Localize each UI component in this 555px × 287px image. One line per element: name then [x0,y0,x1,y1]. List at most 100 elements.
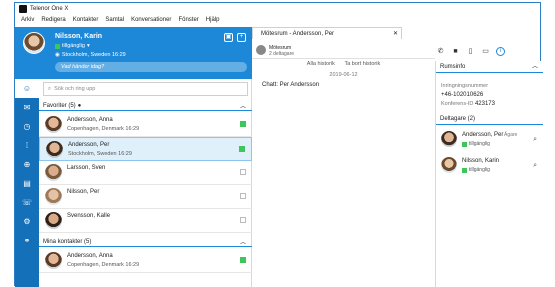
screen-share-icon[interactable]: ▭ [481,47,490,56]
history-controls: Alla historik Ta bort historik [252,61,435,67]
dial-in-number[interactable]: +46-102010626 [441,92,483,98]
search-placeholder: Sök och ring upp [54,86,96,92]
presence-indicator [240,217,246,223]
contact-name: Andersson, Anna [67,117,113,123]
presence-indicator [239,146,245,152]
all-history-link[interactable]: Alla historik [307,61,335,67]
title-bar: Telenor One X [15,3,540,15]
conference-id-value: 423173 [474,101,495,107]
chevron-up-icon: ︿ [239,240,246,246]
delete-history-link[interactable]: Ta bort historik [344,61,380,67]
mobile-icon[interactable]: ▯ [466,47,475,56]
participants-header: Deltagare (2) [436,113,543,125]
menu-arkiv[interactable]: Arkiv [21,17,34,23]
conference-id: Konferens-ID 423173 [441,101,495,107]
status-message-input[interactable]: Vad händer idag? [55,62,247,72]
list-item[interactable]: Andersson, Anna Copenhagen, Denmark 16:2… [39,249,252,273]
contact-name: Larsson, Sven [67,165,106,171]
contact-name: Andersson, Anna [67,253,113,259]
favorites-header[interactable]: Favoriter (5) ● ︿ [39,101,252,111]
conversation-header: Mötesrum 2 deltagare [252,41,435,59]
add-icon[interactable]: + [237,33,246,42]
contact-name: Nilsson, Per [67,189,100,195]
nav-dialpad-icon[interactable]: ⁞ [15,136,39,155]
room-avatar [256,45,266,55]
left-panel: Nilsson, Karin tillgänglig ▾ ◉ Stockholm… [15,27,252,287]
contact-location: Stockholm, Sweden 16:29 [68,151,132,157]
presence-icon [55,43,60,49]
menu-fonster[interactable]: Fönster [178,17,198,23]
contact-avatar [45,252,62,269]
nav-contacts-icon[interactable]: ☺ [15,79,39,98]
nav-settings-icon[interactable]: ⚙ [15,212,39,231]
nav-sidebar: ☺ ✉ ◷ ⁞ ⊕ ▤ ☏ ⚙ ⚭ [15,79,39,287]
chat-message: Chatt: Per Andersson [262,82,320,88]
app-window: Telenor One X Arkiv Redigera Kontakter S… [14,2,543,287]
participant-avatar [441,157,457,173]
list-item[interactable]: Andersson, Per Stockholm, Sweden 16:29 [39,137,252,161]
app-logo-icon [19,5,27,13]
contact-location: Copenhagen, Denmark 16:29 [67,126,140,132]
nav-globe-icon[interactable]: ⊕ [15,155,39,174]
list-item[interactable]: Nilsson, Per [39,185,252,209]
chat-bubble-icon[interactable]: ⌕ [533,136,537,144]
tab-meeting-room[interactable]: Mötesrum - Andersson, Per ✕ [252,27,402,39]
presence-icon [462,167,467,173]
info-icon[interactable]: i [496,47,505,56]
call-icon[interactable]: ✆ [436,47,445,56]
participant-item[interactable]: Nilsson, Karin tillgänglig ⌕ [436,153,543,179]
avatar[interactable] [23,32,45,54]
participant-name: Andersson, Per [462,132,504,138]
my-contacts-header[interactable]: Mina kontakter (5) ︿ [39,237,252,247]
participant-status-label: tillgänglig [469,141,490,147]
menu-konversationer[interactable]: Konversationer [131,17,171,23]
menu-kontakter[interactable]: Kontakter [73,17,99,23]
presence-selector[interactable]: tillgänglig ▾ [55,43,90,49]
presence-label: tillgänglig [62,43,85,49]
conference-icon[interactable]: ▣ [224,33,233,42]
contact-avatar [45,164,62,181]
room-info-panel: Rumsinfo ︿ Inringningsnummer +46-1020106… [435,61,543,287]
menu-samtal[interactable]: Samtal [105,17,124,23]
profile-name: Nilsson, Karin [55,33,103,40]
location-pin-icon: ◉ [55,52,60,58]
chevron-up-icon: ︿ [531,64,538,70]
chevron-up-icon: ︿ [239,104,246,110]
menu-hjalp[interactable]: Hjälp [206,17,220,23]
nav-phone-icon[interactable]: ☏ [15,193,39,212]
conversation-actions: ✆ ■ ▯ ▭ i [436,47,505,56]
presence-indicator [240,169,246,175]
presence-indicator [240,257,246,263]
list-item[interactable]: Svensson, Kalle [39,209,252,233]
room-participant-count: 2 deltagare [269,51,295,57]
close-icon[interactable]: ✕ [393,28,398,40]
contact-location: Copenhagen, Denmark 16:29 [67,262,140,268]
profile-header: Nilsson, Karin tillgänglig ▾ ◉ Stockholm… [15,27,252,79]
dot-icon: ● [77,102,82,109]
date-divider: 2019-06-12 [329,72,358,78]
contact-avatar [45,188,62,205]
nav-link-icon[interactable]: ⚭ [15,231,39,250]
participant-item[interactable]: Andersson, Per Ägare tillgänglig ⌕ [436,127,543,153]
my-contacts-header-label: Mina kontakter (5) [43,238,92,245]
room-info-header[interactable]: Rumsinfo ︿ [436,61,543,73]
chat-bubble-icon[interactable]: ⌕ [533,162,537,170]
menu-redigera[interactable]: Redigera [41,17,65,23]
contact-avatar [45,116,62,133]
contact-avatar [46,141,63,158]
nav-history-icon[interactable]: ◷ [15,117,39,136]
profile-actions: ▣ + [224,33,246,42]
contacts-list: ⌕ Sök och ring upp Favoriter (5) ● ︿ And… [39,79,252,287]
search-input[interactable]: ⌕ Sök och ring upp [43,82,248,96]
video-icon[interactable]: ■ [451,47,460,56]
menu-bar: Arkiv Redigera Kontakter Samtal Konversa… [15,15,540,25]
nav-voicemail-icon[interactable]: ▤ [15,174,39,193]
list-item[interactable]: Larsson, Sven [39,161,252,185]
presence-indicator [240,121,246,127]
nav-chat-icon[interactable]: ✉ [15,98,39,117]
participant-status: tillgänglig [462,141,490,147]
location-label: Stockholm, Sweden 16:29 [61,52,126,58]
location: ◉ Stockholm, Sweden 16:29 [55,52,126,58]
window-title: Telenor One X [30,6,69,12]
list-item[interactable]: Andersson, Anna Copenhagen, Denmark 16:2… [39,113,252,137]
